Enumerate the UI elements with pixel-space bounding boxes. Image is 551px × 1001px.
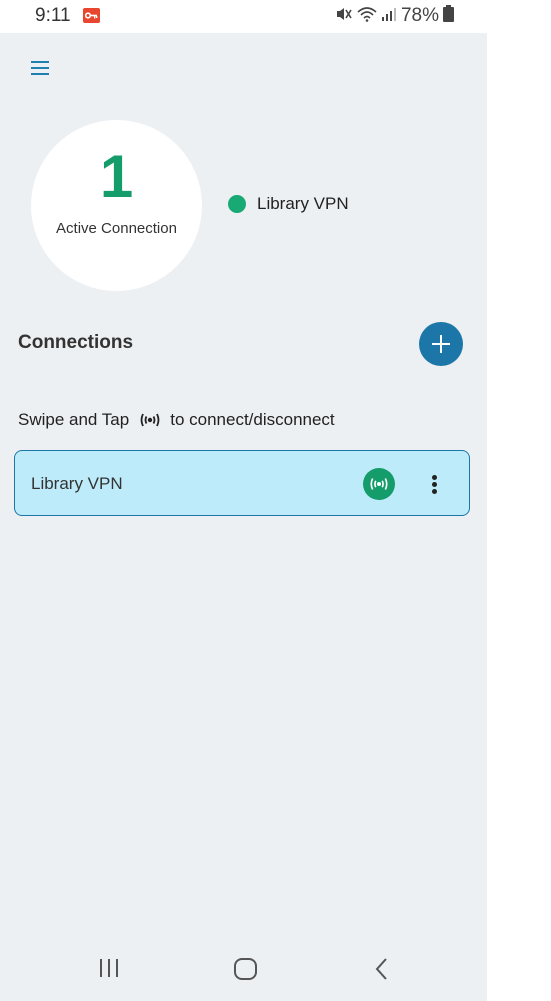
status-time: 9:11 bbox=[35, 5, 71, 26]
hint-prefix: Swipe and Tap bbox=[18, 410, 130, 429]
broadcast-icon bbox=[370, 478, 388, 490]
wifi-icon bbox=[357, 6, 377, 27]
more-vertical-icon[interactable] bbox=[423, 468, 447, 500]
connect-toggle-button[interactable] bbox=[363, 468, 395, 500]
hint-suffix: to connect/disconnect bbox=[170, 410, 335, 429]
active-connection-name: Library VPN bbox=[257, 194, 349, 213]
mute-icon bbox=[335, 6, 353, 27]
battery-percent: 78% bbox=[400, 5, 439, 26]
connection-card[interactable]: Library VPN bbox=[14, 450, 470, 516]
connections-title: Connections bbox=[18, 332, 134, 353]
broadcast-icon bbox=[139, 413, 161, 427]
active-connections-summary: 1 Active Connection bbox=[31, 120, 202, 291]
active-label: Active Connection bbox=[56, 220, 177, 237]
app-screen: 9:11 78% 1 Active Connection Library VPN… bbox=[0, 0, 487, 1001]
add-connection-button[interactable] bbox=[419, 322, 463, 366]
connection-name: Library VPN bbox=[31, 474, 123, 493]
home-icon[interactable] bbox=[233, 956, 259, 987]
right-gutter bbox=[487, 0, 551, 1001]
active-count: 1 bbox=[99, 143, 134, 210]
connection-hint: Swipe and Tap to connect/disconnect bbox=[18, 410, 335, 430]
hamburger-menu-icon[interactable] bbox=[26, 52, 56, 82]
recent-apps-icon[interactable] bbox=[98, 956, 122, 985]
active-connection-item: Library VPN bbox=[228, 194, 349, 214]
battery-icon bbox=[443, 5, 454, 27]
system-nav-bar bbox=[0, 938, 487, 1001]
status-bar: 9:11 78% bbox=[0, 0, 487, 33]
plus-icon bbox=[432, 335, 450, 353]
connected-status-dot bbox=[228, 195, 246, 213]
app-notification-icon bbox=[83, 8, 100, 23]
status-icons: 78% bbox=[335, 5, 454, 27]
signal-icon bbox=[381, 6, 397, 27]
back-icon[interactable] bbox=[372, 956, 392, 987]
